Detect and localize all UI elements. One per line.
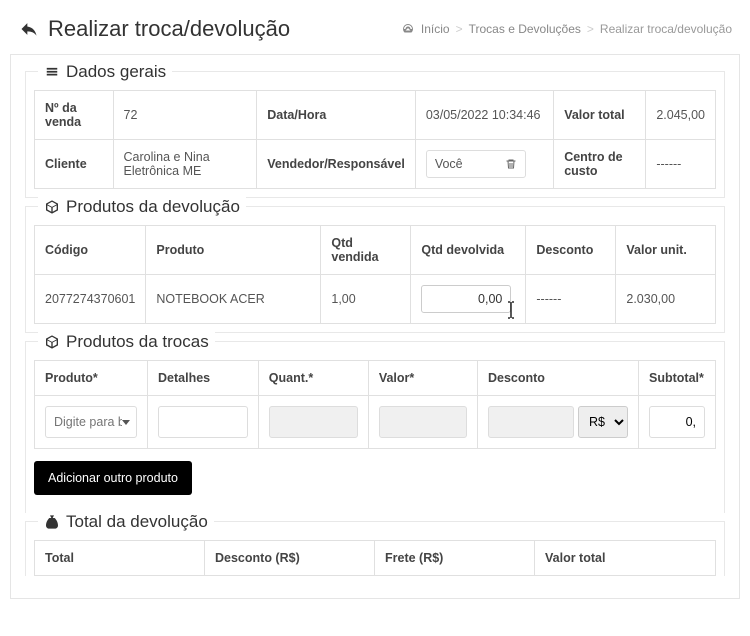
general-fieldset: Dados gerais Nº da venda 72 Data/Hora 03…	[25, 71, 725, 198]
add-product-button[interactable]: Adicionar outro produto	[34, 461, 192, 495]
value-input[interactable]	[379, 406, 467, 438]
th-product: Produto	[146, 226, 321, 275]
cell-qty-sold: 1,00	[321, 275, 411, 324]
th-qty-returned: Qtd devolvida	[411, 226, 526, 275]
discount-input[interactable]	[488, 406, 574, 438]
table-row: 2077274370601 NOTEBOOK ACER 1,00 ------ …	[35, 275, 716, 324]
product-search[interactable]	[45, 406, 137, 438]
cell-unit-value: 2.030,00	[616, 275, 716, 324]
label-client: Cliente	[35, 140, 114, 189]
totals-table: Total Desconto (R$) Frete (R$) Valor tot…	[34, 540, 716, 576]
details-input[interactable]	[158, 406, 248, 438]
cube-icon	[44, 199, 60, 215]
label-cost-center: Centro de custo	[554, 140, 646, 189]
seller-name: Você	[435, 157, 463, 171]
chevron-down-icon	[122, 420, 130, 425]
breadcrumb-sep: >	[456, 22, 463, 36]
th-total: Total	[35, 541, 205, 576]
totals-fieldset: Total da devolução Total Desconto (R$) F…	[25, 521, 725, 576]
th-unit-value: Valor unit.	[616, 226, 716, 275]
th-total-value: Valor total	[535, 541, 716, 576]
value-datetime: 03/05/2022 10:34:46	[415, 91, 553, 140]
general-legend: Dados gerais	[38, 62, 172, 82]
label-datetime: Data/Hora	[257, 91, 416, 140]
return-table: Código Produto Qtd vendida Qtd devolvida…	[34, 225, 716, 324]
page-header: Realizar troca/devolução Início > Trocas…	[0, 0, 750, 54]
breadcrumb-sep: >	[587, 22, 594, 36]
exchange-table: Produto* Detalhes Quant.* Valor* Descont…	[34, 360, 716, 449]
value-sale-no: 72	[113, 91, 257, 140]
th-ex-subtotal: Subtotal*	[639, 361, 716, 396]
exchange-legend: Produtos da trocas	[38, 332, 215, 352]
value-client: Carolina e Nina Eletrônica ME	[113, 140, 257, 189]
qty-returned-input[interactable]	[421, 285, 511, 313]
cell-qty-returned	[411, 275, 526, 324]
th-qty-sold: Qtd vendida	[321, 226, 411, 275]
subtotal-input[interactable]	[649, 406, 705, 438]
label-sale-no: Nº da venda	[35, 91, 114, 140]
breadcrumb-current: Realizar troca/devolução	[600, 22, 732, 36]
th-ex-quant: Quant.*	[258, 361, 368, 396]
content: Dados gerais Nº da venda 72 Data/Hora 03…	[0, 54, 750, 625]
th-discount: Desconto	[526, 226, 616, 275]
cell-code: 2077274370601	[35, 275, 146, 324]
value-seller-cell: Você	[415, 140, 553, 189]
value-total: 2.045,00	[646, 91, 716, 140]
cell-product: NOTEBOOK ACER	[146, 275, 321, 324]
totals-legend: Total da devolução	[38, 512, 214, 532]
list-icon	[44, 65, 60, 79]
th-ex-value: Valor*	[368, 361, 477, 396]
return-legend: Produtos da devolução	[38, 197, 246, 217]
product-search-input[interactable]	[54, 415, 122, 429]
th-ex-details: Detalhes	[148, 361, 259, 396]
breadcrumb: Início > Trocas e Devoluções > Realizar …	[401, 22, 732, 36]
page-title: Realizar troca/devolução	[48, 16, 290, 42]
cell-discount: ------	[526, 275, 616, 324]
return-fieldset: Produtos da devolução Código Produto Qtd…	[25, 206, 725, 333]
general-table: Nº da venda 72 Data/Hora 03/05/2022 10:3…	[34, 90, 716, 189]
cube-icon	[44, 334, 60, 350]
th-ex-discount: Desconto	[477, 361, 638, 396]
exchange-row: R$	[35, 396, 716, 449]
quant-input[interactable]	[269, 406, 358, 438]
main-panel: Dados gerais Nº da venda 72 Data/Hora 03…	[10, 54, 740, 599]
th-total-discount: Desconto (R$)	[205, 541, 375, 576]
label-total: Valor total	[554, 91, 646, 140]
breadcrumb-mid[interactable]: Trocas e Devoluções	[469, 22, 581, 36]
label-seller: Vendedor/Responsável	[257, 140, 416, 189]
value-cost-center: ------	[646, 140, 716, 189]
th-code: Código	[35, 226, 146, 275]
th-total-freight: Frete (R$)	[375, 541, 535, 576]
breadcrumb-home[interactable]: Início	[421, 22, 450, 36]
seller-box[interactable]: Você	[426, 150, 526, 178]
trash-icon[interactable]	[505, 157, 517, 171]
dashboard-icon	[401, 23, 415, 35]
page-title-wrap: Realizar troca/devolução	[18, 16, 290, 42]
th-ex-product: Produto*	[35, 361, 148, 396]
money-bag-icon	[44, 514, 60, 530]
exchange-fieldset: Produtos da trocas Produto* Detalhes Qua…	[25, 341, 725, 513]
currency-select[interactable]: R$	[578, 406, 628, 438]
reply-icon	[18, 19, 40, 39]
